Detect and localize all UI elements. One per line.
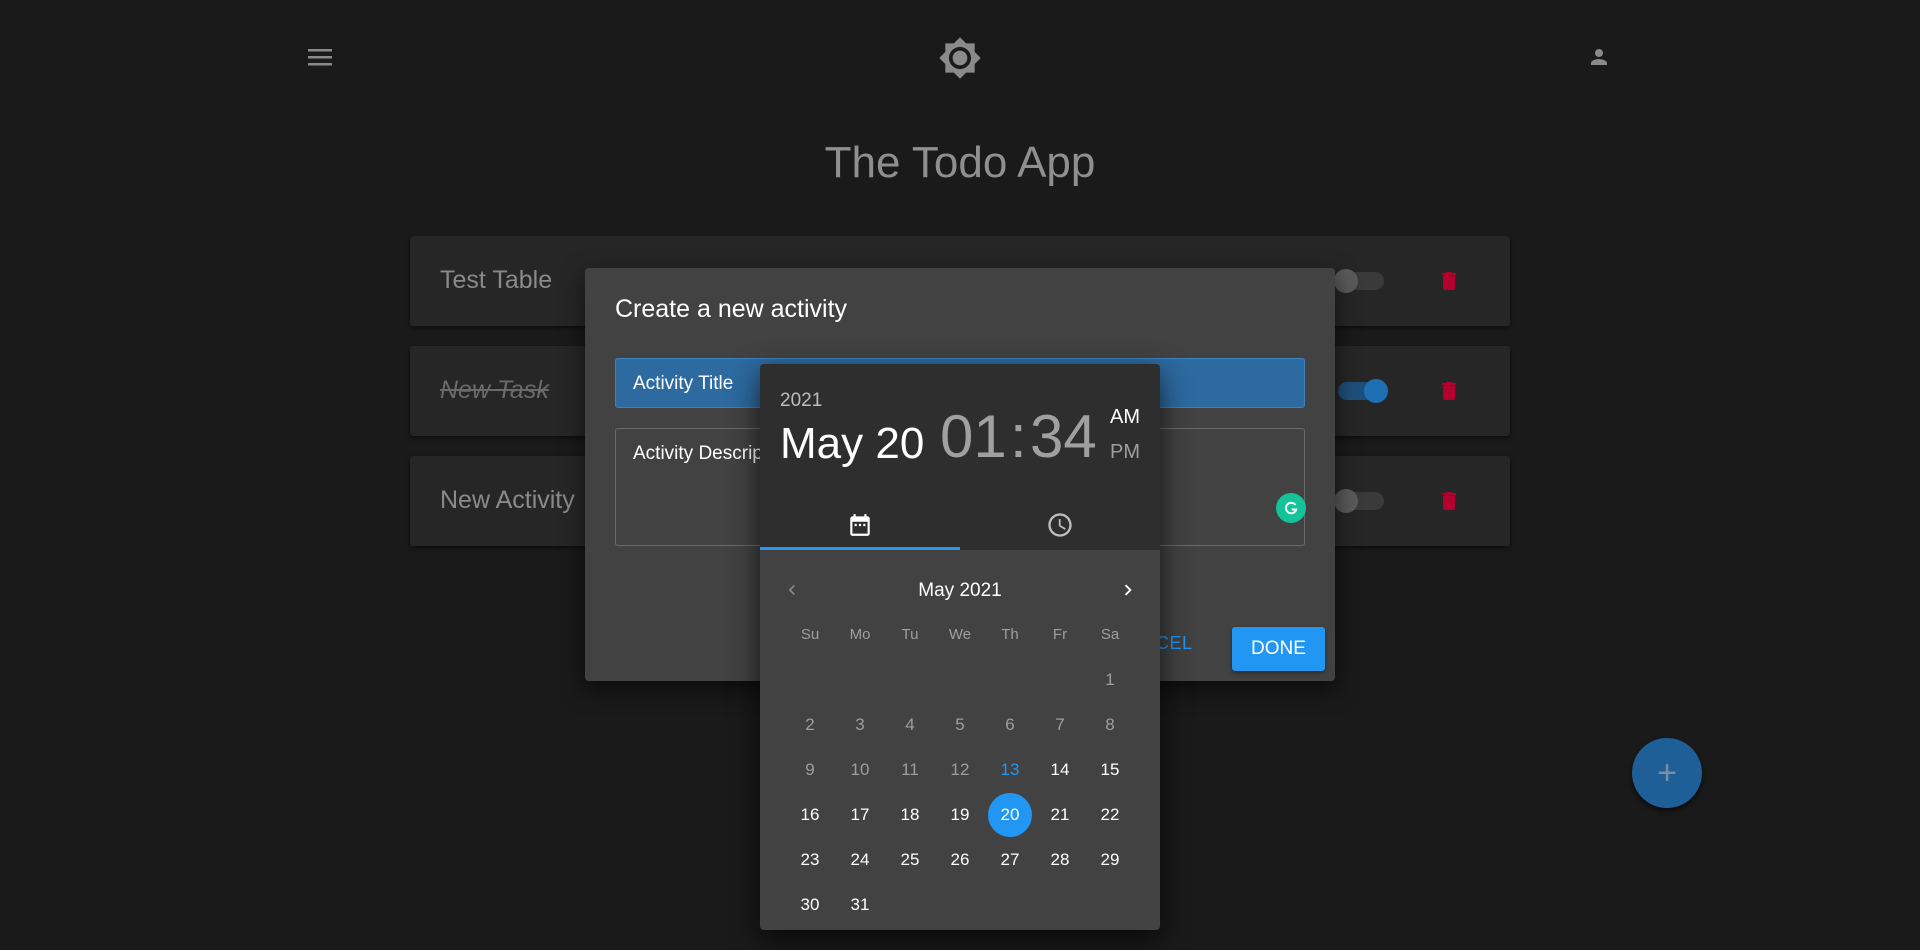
done-button[interactable]: DONE — [1232, 627, 1325, 671]
picker-pm[interactable]: PM — [1110, 441, 1140, 464]
calendar-day[interactable]: 16 — [785, 792, 835, 837]
calendar-empty-cell — [885, 657, 935, 702]
account-button[interactable] — [1582, 42, 1616, 72]
calendar-day[interactable]: 7 — [1035, 702, 1085, 747]
calendar-day[interactable]: 14 — [1035, 747, 1085, 792]
tab-date[interactable] — [760, 500, 960, 550]
weekday-header: Su Mo Tu We Th Fr Sa — [785, 626, 1135, 643]
todo-complete-toggle[interactable] — [1334, 489, 1384, 513]
calendar-day[interactable]: 24 — [835, 837, 885, 882]
picker-date[interactable]: May 20 — [780, 419, 924, 469]
calendar-day[interactable]: 11 — [885, 747, 935, 792]
todo-label: New Task — [440, 376, 549, 404]
calendar-day[interactable]: 31 — [835, 882, 885, 927]
calendar-empty-cell — [835, 657, 885, 702]
weekday-label: Sa — [1100, 626, 1120, 643]
calendar-day[interactable]: 17 — [835, 792, 885, 837]
plus-icon: + — [1657, 754, 1677, 792]
calendar-day[interactable]: 23 — [785, 837, 835, 882]
calendar-day-selected[interactable]: 20 — [985, 792, 1035, 837]
calendar-grid: 1 2 3 4 5 6 7 8 9 10 11 12 13 14 15 16 17 18 19 20 21 22 23 24 2… — [785, 657, 1135, 927]
picker-am[interactable]: AM — [1110, 406, 1140, 429]
calendar-empty-cell — [785, 657, 835, 702]
menu-icon — [308, 49, 332, 66]
delete-icon[interactable] — [1437, 486, 1461, 516]
activity-description-label: Activity Descrip — [633, 443, 763, 464]
calendar-day[interactable]: 21 — [1035, 792, 1085, 837]
calendar-empty-cell — [1035, 657, 1085, 702]
calendar-day[interactable]: 1 — [1085, 657, 1135, 702]
brightness-icon — [939, 37, 981, 79]
weekday-label: Su — [800, 626, 820, 643]
calendar-empty-cell — [935, 657, 985, 702]
calendar-icon — [850, 514, 870, 536]
calendar-day-today[interactable]: 13 — [985, 747, 1035, 792]
picker-hour[interactable]: 01 — [940, 402, 1007, 471]
calendar-day[interactable]: 3 — [835, 702, 885, 747]
weekday-label: Tu — [901, 626, 919, 643]
calendar-day[interactable]: 19 — [935, 792, 985, 837]
calendar-day[interactable]: 29 — [1085, 837, 1135, 882]
calendar-day[interactable]: 27 — [985, 837, 1035, 882]
calendar-day[interactable]: 9 — [785, 747, 835, 792]
weekday-label: We — [948, 626, 972, 643]
month-label: May 2021 — [918, 580, 1002, 601]
calendar-day[interactable]: 22 — [1085, 792, 1135, 837]
dialog-title: Create a new activity — [615, 295, 848, 323]
month-navigation: May 2021 — [760, 570, 1160, 610]
todo-complete-toggle[interactable] — [1334, 269, 1384, 293]
tab-indicator — [760, 547, 960, 550]
calendar-day[interactable]: 26 — [935, 837, 985, 882]
calendar-day[interactable]: 12 — [935, 747, 985, 792]
picker-minute[interactable]: 34 — [1030, 402, 1097, 471]
calendar-empty-cell — [985, 657, 1035, 702]
picker-time-separator: : — [1010, 403, 1027, 470]
todo-label: New Activity — [440, 486, 575, 514]
chevron-right-icon — [1124, 584, 1132, 596]
calendar-day[interactable]: 30 — [785, 882, 835, 927]
next-month-button[interactable] — [1114, 576, 1142, 604]
calendar-day[interactable]: 5 — [935, 702, 985, 747]
picker-year[interactable]: 2021 — [780, 390, 822, 412]
todo-complete-toggle[interactable] — [1338, 379, 1388, 403]
tab-time[interactable] — [960, 500, 1160, 550]
weekday-label: Mo — [849, 626, 871, 643]
weekday-label: Th — [1001, 626, 1019, 643]
delete-icon[interactable] — [1437, 376, 1461, 406]
account-icon — [1591, 49, 1607, 65]
datetime-picker: 2021 May 20 01 : 34 AM PM May 2021 Su Mo T… — [760, 364, 1160, 930]
grammarly-icon[interactable] — [1276, 493, 1306, 523]
todo-label: Test Table — [440, 266, 553, 294]
weekday-label: Fr — [1052, 626, 1068, 643]
calendar-day[interactable]: 4 — [885, 702, 935, 747]
calendar-day[interactable]: 28 — [1035, 837, 1085, 882]
app-title: The Todo App — [824, 138, 1096, 187]
calendar-day[interactable]: 2 — [785, 702, 835, 747]
add-activity-button[interactable]: + — [1632, 738, 1702, 808]
calendar-day[interactable]: 10 — [835, 747, 885, 792]
calendar-day[interactable]: 6 — [985, 702, 1035, 747]
clock-icon — [1048, 513, 1072, 537]
calendar-day[interactable]: 25 — [885, 837, 935, 882]
theme-toggle-button[interactable] — [935, 35, 985, 81]
calendar-day[interactable]: 8 — [1085, 702, 1135, 747]
menu-button[interactable] — [303, 42, 337, 72]
delete-icon[interactable] — [1437, 266, 1461, 296]
activity-title-label: Activity Title — [633, 373, 734, 394]
calendar-day[interactable]: 15 — [1085, 747, 1135, 792]
calendar-day[interactable]: 18 — [885, 792, 935, 837]
picker-header: 2021 May 20 01 : 34 AM PM — [760, 364, 1160, 550]
